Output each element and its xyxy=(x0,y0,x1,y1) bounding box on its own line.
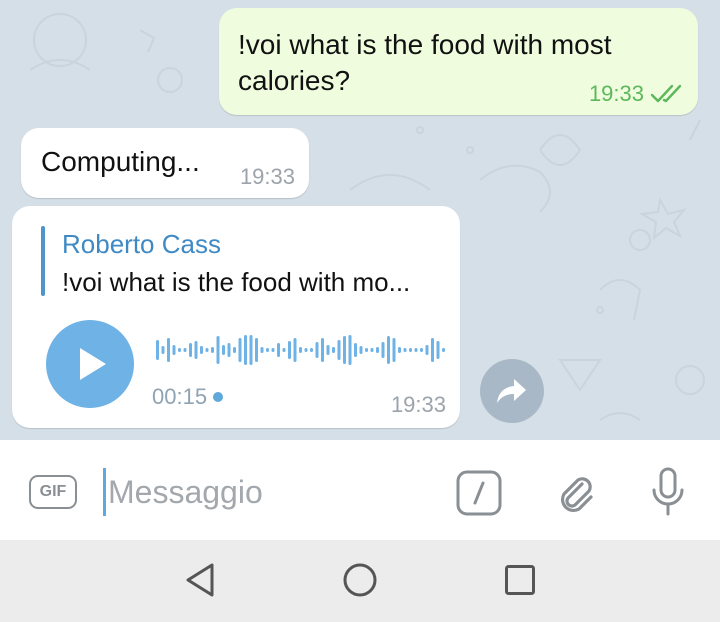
paperclip-icon[interactable] xyxy=(552,470,600,518)
waveform-bar xyxy=(315,342,319,358)
waveform-bar xyxy=(321,338,324,362)
waveform-bar xyxy=(211,347,214,353)
gif-button[interactable]: GIF xyxy=(29,475,77,509)
waveform-bar xyxy=(260,347,264,353)
waveform-bar xyxy=(266,348,269,352)
waveform-bar xyxy=(189,343,192,357)
waveform-bar xyxy=(376,347,379,353)
waveform-bar xyxy=(425,345,429,355)
message-composer: GIF xyxy=(0,440,720,540)
bot-command-icon[interactable] xyxy=(456,470,502,516)
voice-duration-text: 00:15 xyxy=(152,384,208,409)
voice-duration: 00:15 xyxy=(152,384,224,410)
waveform-bar xyxy=(216,336,220,364)
waveform-bar xyxy=(161,346,165,354)
waveform-bar xyxy=(277,343,280,357)
waveform-bar xyxy=(414,348,418,352)
waveform-bar xyxy=(288,341,291,359)
back-triangle-icon[interactable] xyxy=(182,562,218,598)
waveform-bar xyxy=(222,345,225,355)
incoming-status-message[interactable]: Computing... 19:33 xyxy=(21,128,309,198)
home-circle-icon[interactable] xyxy=(342,562,378,598)
waveform-bar xyxy=(370,348,374,352)
waveform-bar xyxy=(172,345,176,355)
message-input[interactable] xyxy=(108,468,428,516)
waveform-bar xyxy=(194,341,198,359)
voice-message-time: 19:33 xyxy=(390,392,446,417)
status-message-time: 19:33 xyxy=(239,164,295,189)
waveform-bar xyxy=(282,348,286,352)
waveform-bar xyxy=(293,338,297,362)
waveform-bar xyxy=(238,338,242,362)
waveform-bar xyxy=(205,348,209,352)
waveform-bar xyxy=(343,336,346,364)
chat-history[interactable]: !voi what is the food with most calories… xyxy=(0,0,720,440)
waveform-bar xyxy=(337,340,341,360)
microphone-icon[interactable] xyxy=(648,466,688,518)
waveform-bar xyxy=(233,347,236,353)
waveform-bar xyxy=(431,338,434,362)
waveform-bar xyxy=(299,347,302,353)
quoted-author[interactable]: Roberto Cass xyxy=(62,229,221,260)
unplayed-dot xyxy=(213,392,224,402)
waveform-bar xyxy=(348,335,352,365)
waveform-bar xyxy=(310,348,313,352)
waveform-bar xyxy=(183,348,187,352)
waveform-bar xyxy=(255,338,258,362)
outgoing-message-time: 19:33 xyxy=(588,81,644,106)
waveform-bar xyxy=(304,348,308,352)
incoming-voice-message[interactable]: Roberto Cass !voi what is the food with … xyxy=(12,206,460,428)
share-arrow-icon xyxy=(497,379,526,403)
system-navigation-bar xyxy=(0,540,720,622)
waveform-bar xyxy=(271,348,275,352)
waveform-bar xyxy=(398,347,401,353)
waveform-bar xyxy=(442,348,445,352)
waveform-bar xyxy=(249,335,253,365)
quoted-text[interactable]: !voi what is the food with mo... xyxy=(62,267,447,298)
waveform-bar xyxy=(156,340,159,360)
waveform-bar xyxy=(436,341,440,359)
outgoing-message[interactable]: !voi what is the food with most calories… xyxy=(219,8,698,115)
waveform-bar xyxy=(227,343,231,357)
waveform-bar xyxy=(365,348,368,352)
quote-bar xyxy=(41,226,45,296)
play-icon xyxy=(80,348,106,380)
double-check-icon xyxy=(650,84,682,103)
share-button[interactable] xyxy=(480,359,544,423)
waveform-bar xyxy=(409,348,412,352)
waveform-bar xyxy=(332,347,335,353)
waveform-bar xyxy=(178,348,181,352)
play-voice-button[interactable] xyxy=(46,320,134,408)
waveform-bar xyxy=(420,348,423,352)
waveform-bar xyxy=(167,338,170,362)
waveform-bar xyxy=(392,338,396,362)
outgoing-message-meta: 19:33 xyxy=(589,81,684,107)
text-caret xyxy=(103,468,106,516)
waveform-bar xyxy=(354,343,357,357)
waveform-bar xyxy=(381,342,385,358)
voice-waveform[interactable] xyxy=(156,330,452,370)
waveform-bar xyxy=(403,348,407,352)
waveform-bar xyxy=(200,346,203,354)
waveform-bar xyxy=(244,335,247,365)
status-message-text: Computing... xyxy=(41,146,200,177)
waveform-bar xyxy=(359,346,363,354)
waveform-bar xyxy=(387,336,390,364)
waveform-bar xyxy=(326,345,330,355)
recents-square-icon[interactable] xyxy=(504,564,536,596)
